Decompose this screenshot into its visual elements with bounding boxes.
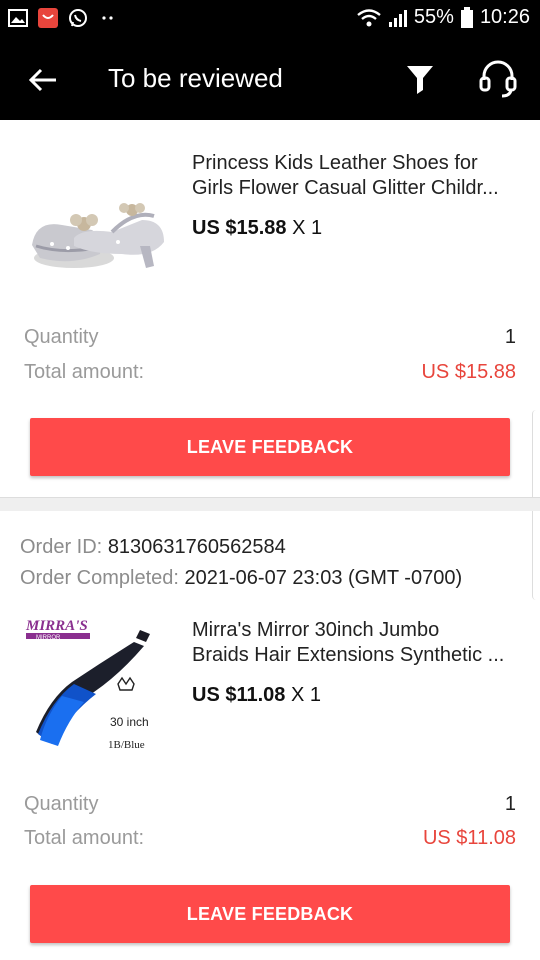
battery-icon bbox=[460, 6, 473, 28]
product-image-shoes[interactable] bbox=[22, 150, 174, 302]
status-time: 10:26 bbox=[479, 6, 530, 28]
leave-feedback-button[interactable]: LEAVE FEEDBACK bbox=[30, 885, 510, 943]
product-title-line1: Mirra's Mirror 30inch Jumbo bbox=[192, 619, 440, 641]
quantity-value: 1 bbox=[504, 793, 516, 815]
quantity-value: 1 bbox=[504, 326, 516, 348]
price-value: US $15.88 bbox=[192, 217, 287, 239]
order-completed-line: Order Completed: 2021-06-07 23:03 (GMT -… bbox=[20, 567, 462, 590]
cutoff-previous-line bbox=[0, 120, 540, 130]
battery-percent: 55% bbox=[413, 6, 454, 28]
product-title-line2: Girls Flower Casual Glitter Childr... bbox=[192, 177, 499, 199]
product-image-hair[interactable]: MIRRA'S MIRROR 30 inch 1B/Blue bbox=[22, 612, 174, 764]
product-title-line2: Braids Hair Extensions Synthetic ... bbox=[192, 644, 505, 666]
more-dots-icon bbox=[102, 16, 113, 20]
order-separator bbox=[0, 497, 540, 511]
status-right: 55% 10:26 bbox=[356, 6, 530, 29]
order-completed-value: 2021-06-07 23:03 (GMT -0700) bbox=[184, 567, 463, 589]
aliexpress-icon bbox=[38, 8, 58, 28]
quantity-label: Quantity bbox=[24, 326, 99, 348]
quantity-label: Quantity bbox=[24, 793, 99, 815]
order-completed-label: Order Completed: bbox=[20, 567, 179, 589]
filter-icon[interactable] bbox=[404, 62, 436, 96]
total-amount-value: US $15.88 bbox=[421, 361, 516, 383]
image-length-text: 30 inch bbox=[110, 715, 149, 729]
image-brand-text: MIRRA'S bbox=[25, 618, 88, 634]
product-title[interactable]: Mirra's Mirror 30inch Jumbo Braids Hair … bbox=[192, 618, 512, 668]
support-headset-icon[interactable] bbox=[476, 56, 520, 100]
leave-feedback-button[interactable]: LEAVE FEEDBACK bbox=[30, 418, 510, 476]
signal-icon bbox=[388, 9, 407, 27]
order-id-label: Order ID: bbox=[20, 536, 103, 558]
qty-multiplier: X 1 bbox=[290, 684, 322, 706]
page-title: To be reviewed bbox=[108, 63, 283, 93]
price-value: US $11.08 bbox=[192, 684, 286, 706]
product-price: US $11.08 X 1 bbox=[192, 684, 321, 707]
product-title[interactable]: Princess Kids Leather Shoes for Girls Fl… bbox=[192, 151, 512, 201]
order-id-line: Order ID: 8130631760562584 bbox=[20, 536, 286, 559]
image-color-text: 1B/Blue bbox=[108, 739, 145, 751]
image-brand-sub-text: MIRROR bbox=[36, 635, 61, 641]
status-left-icons bbox=[8, 8, 118, 28]
qty-multiplier: X 1 bbox=[292, 217, 323, 239]
total-amount-label: Total amount: bbox=[24, 361, 145, 383]
wifi-icon bbox=[357, 8, 381, 26]
gallery-icon bbox=[8, 9, 28, 27]
order-id-value: 8130631760562584 bbox=[107, 536, 286, 558]
app-bar: To be reviewed bbox=[0, 38, 540, 120]
product-price: US $15.88 X 1 bbox=[192, 217, 322, 240]
back-arrow-icon[interactable] bbox=[26, 63, 60, 97]
product-title-line1: Princess Kids Leather Shoes for bbox=[192, 152, 478, 174]
status-bar: 55% 10:26 bbox=[0, 0, 540, 38]
total-amount-label: Total amount: bbox=[24, 827, 145, 849]
total-amount-value: US $11.08 bbox=[422, 827, 516, 849]
whatsapp-icon bbox=[69, 9, 87, 27]
